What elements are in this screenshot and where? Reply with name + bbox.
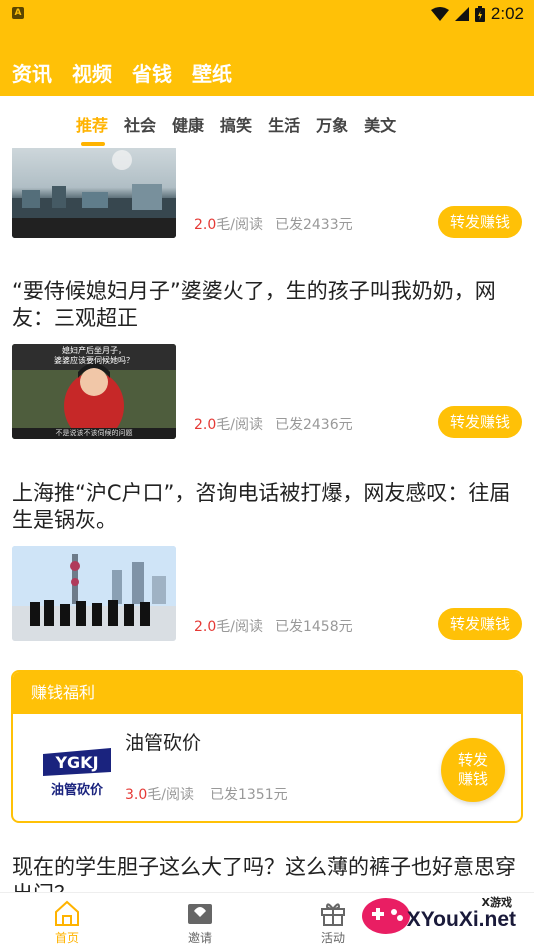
article-title: “要侍候媳妇月子”婆婆火了，生的孩子叫我奶奶，网友：三观超正 bbox=[12, 279, 496, 330]
watermark-logo: X游戏 XYouXi.net bbox=[356, 882, 526, 944]
app-notification-icon: A bbox=[12, 7, 24, 19]
price-unit: 毛/阅读 bbox=[216, 619, 263, 635]
category-tabs: 推荐 社会 健康 搞笑 生活 万象 美文 bbox=[0, 96, 534, 148]
main-tab-news[interactable]: 资讯 bbox=[12, 58, 52, 87]
main-tab-wallpaper[interactable]: 壁纸 bbox=[192, 58, 232, 87]
welfare-title: 油管砍价 bbox=[125, 732, 202, 754]
welfare-meta: 3.0毛/阅读 已发1351元 bbox=[125, 784, 288, 804]
thumb-caption: 不是说该不该伺候的问题 bbox=[55, 429, 133, 437]
gamepad-icon bbox=[362, 898, 410, 934]
tab-health[interactable]: 健康 bbox=[172, 112, 204, 136]
signal-icon bbox=[454, 7, 469, 21]
thumb-caption: 媳妇产后坐月子， bbox=[62, 346, 126, 355]
home-icon bbox=[55, 900, 79, 926]
share-earn-button[interactable]: 转发赚钱 bbox=[438, 608, 522, 640]
welfare-button-line: 赚钱 bbox=[457, 770, 488, 788]
sent-amount: 已发2433元 bbox=[274, 217, 353, 233]
status-time: 2:02 bbox=[490, 4, 524, 23]
list-item[interactable]: 2.0毛/阅读 已发2433元 转发赚钱 bbox=[0, 148, 534, 268]
sent-amount: 已发1351元 bbox=[209, 787, 288, 803]
nav-home[interactable]: 首页 bbox=[32, 899, 102, 946]
battery-icon bbox=[474, 6, 485, 22]
svg-text:油管砍价: 油管砍价 bbox=[51, 782, 104, 798]
thumb-caption: 婆婆应该要伺候她吗？ bbox=[54, 356, 134, 365]
price-unit: 毛/阅读 bbox=[216, 417, 263, 433]
price-value: 2.0 bbox=[194, 217, 217, 233]
ygkj-logo: YGKJ 油管砍价 bbox=[41, 732, 113, 804]
list-item[interactable]: 上海推“沪C户口”，咨询电话被打爆，网友感叹：往届生是锅灰。 2.0毛/阅读 已… bbox=[0, 478, 534, 674]
nav-invite[interactable]: 邀请 bbox=[165, 899, 235, 946]
nav-label: 首页 bbox=[54, 931, 79, 945]
share-earn-button[interactable]: 转发赚钱 bbox=[438, 406, 522, 438]
status-bar: A 2:02 bbox=[0, 0, 534, 28]
welfare-share-button[interactable]: 转发 赚钱 bbox=[441, 738, 505, 802]
watermark-big: XYouXi.net bbox=[406, 908, 516, 931]
wifi-icon bbox=[430, 7, 449, 21]
article-thumbnail bbox=[12, 546, 176, 641]
news-feed: 2.0毛/阅读 已发2433元 转发赚钱 “要侍候媳妇月子”婆婆火了，生的孩子叫我… bbox=[0, 148, 534, 892]
main-tab-video[interactable]: 视频 bbox=[72, 58, 112, 87]
article-thumbnail: 媳妇产后坐月子， 婆婆应该要伺候她吗？ 不是说该不该伺候的问题 bbox=[12, 344, 176, 439]
tab-funny[interactable]: 搞笑 bbox=[220, 112, 252, 136]
tab-society[interactable]: 社会 bbox=[124, 112, 156, 136]
status-right: 2:02 bbox=[430, 4, 524, 24]
nav-label: 邀请 bbox=[187, 931, 212, 945]
tab-recommend[interactable]: 推荐 bbox=[76, 112, 108, 146]
sent-amount: 已发1458元 bbox=[274, 619, 353, 635]
list-item[interactable]: “要侍候媳妇月子”婆婆火了，生的孩子叫我奶奶，网友：三观超正 媳妇产后坐月子， … bbox=[0, 276, 534, 472]
article-title: 上海推“沪C户口”，咨询电话被打爆，网友感叹：往届生是锅灰。 bbox=[12, 481, 511, 532]
main-tab-save[interactable]: 省钱 bbox=[132, 58, 172, 87]
share-earn-button[interactable]: 转发赚钱 bbox=[438, 206, 522, 238]
app-header: A 2:02 资讯 视频 省钱 壁纸 bbox=[0, 0, 534, 96]
main-tabs: 资讯 视频 省钱 壁纸 bbox=[12, 58, 232, 87]
nav-label: 活动 bbox=[320, 931, 345, 945]
price-unit: 毛/阅读 bbox=[147, 787, 194, 803]
welfare-button-line: 转发 bbox=[457, 751, 488, 769]
sent-amount: 已发2436元 bbox=[274, 417, 353, 433]
article-meta: 2.0毛/阅读 已发2436元 bbox=[194, 414, 353, 434]
price-value: 3.0 bbox=[125, 787, 148, 803]
gift-icon bbox=[321, 903, 345, 926]
welfare-header: 赚钱福利 bbox=[13, 672, 521, 714]
article-thumbnail bbox=[12, 148, 176, 238]
article-meta: 2.0毛/阅读 已发1458元 bbox=[194, 616, 353, 636]
svg-text:YGKJ: YGKJ bbox=[54, 753, 98, 772]
article-meta: 2.0毛/阅读 已发2433元 bbox=[194, 214, 353, 234]
tab-variety[interactable]: 万象 bbox=[316, 112, 348, 136]
price-value: 2.0 bbox=[194, 417, 217, 433]
tab-essay[interactable]: 美文 bbox=[364, 112, 396, 136]
tab-life[interactable]: 生活 bbox=[268, 112, 300, 136]
price-unit: 毛/阅读 bbox=[216, 217, 263, 233]
welfare-card[interactable]: 赚钱福利 YGKJ 油管砍价 油管砍价 3.0毛/阅读 已发1351元 转发 赚钱 bbox=[11, 670, 523, 823]
price-value: 2.0 bbox=[194, 619, 217, 635]
invite-icon bbox=[188, 904, 212, 924]
